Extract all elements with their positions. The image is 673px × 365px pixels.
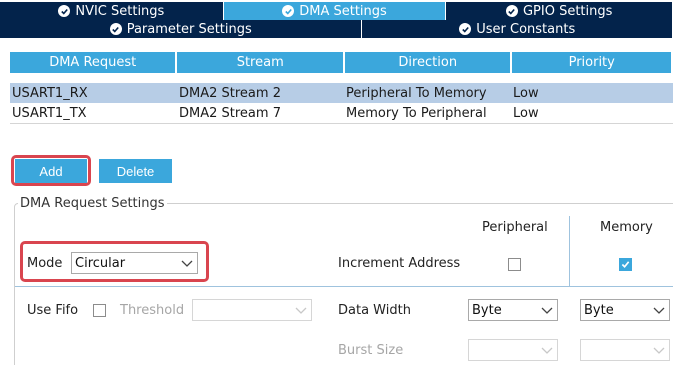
peripheral-data-width-select[interactable]: Byte (468, 299, 558, 321)
check-circle-icon (58, 5, 71, 17)
mode-value: Circular (75, 255, 126, 271)
threshold-select[interactable] (192, 299, 312, 321)
chevron-down-icon (653, 347, 665, 354)
table-row[interactable]: USART1_RX DMA2 Stream 2 Peripheral To Me… (10, 83, 673, 103)
peripheral-data-width-value: Byte (472, 302, 502, 318)
cell-stream: DMA2 Stream 2 (179, 85, 281, 101)
tab-label: DMA Settings (299, 3, 387, 19)
column-header-dma-request[interactable]: DMA Request (10, 52, 176, 73)
tab-nvic-settings[interactable]: NVIC Settings (0, 2, 223, 20)
tab-bar-primary: NVIC Settings DMA Settings GPIO Settings (0, 2, 673, 20)
memory-header: Memory (600, 220, 653, 235)
column-divider (569, 216, 570, 286)
memory-burst-size-select[interactable] (580, 339, 670, 361)
threshold-label: Threshold (120, 303, 185, 318)
chevron-down-icon (541, 347, 553, 354)
dma-request-table: DMA Request Stream Direction Priority US… (10, 52, 673, 123)
chevron-down-icon (181, 260, 193, 267)
tab-gpio-settings[interactable]: GPIO Settings (446, 2, 672, 20)
dma-request-settings-group (14, 203, 673, 365)
column-header-priority[interactable]: Priority (512, 52, 671, 73)
tab-label: NVIC Settings (75, 3, 165, 19)
chevron-down-icon (295, 307, 307, 314)
tab-parameter-settings[interactable]: Parameter Settings (0, 20, 362, 38)
cell-priority: Low (513, 85, 539, 101)
delete-button[interactable]: Delete (99, 159, 172, 183)
peripheral-burst-size-select[interactable] (468, 339, 558, 361)
check-circle-icon (459, 23, 472, 35)
tab-bar-secondary: Parameter Settings User Constants (0, 20, 673, 38)
chevron-down-icon (653, 307, 665, 314)
cell-request: USART1_TX (12, 105, 87, 121)
column-header-direction[interactable]: Direction (344, 52, 511, 73)
burst-size-label: Burst Size (338, 343, 404, 358)
memory-data-width-value: Byte (584, 302, 614, 318)
tab-label: Parameter Settings (126, 21, 252, 37)
memory-data-width-select[interactable]: Byte (580, 299, 670, 321)
cell-priority: Low (513, 105, 539, 121)
cell-direction: Peripheral To Memory (346, 85, 487, 101)
mode-label: Mode (27, 256, 63, 271)
memory-increment-checkbox[interactable] (619, 258, 632, 271)
tab-user-constants[interactable]: User Constants (362, 20, 672, 38)
use-fifo-checkbox[interactable] (93, 304, 106, 317)
peripheral-increment-checkbox[interactable] (508, 258, 521, 271)
use-fifo-label: Use Fifo (27, 303, 79, 318)
tab-label: GPIO Settings (522, 3, 613, 19)
add-button[interactable]: Add (15, 159, 87, 183)
chevron-down-icon (541, 307, 553, 314)
check-circle-icon (505, 5, 518, 17)
check-circle-icon (109, 23, 122, 35)
data-width-label: Data Width (338, 303, 411, 318)
check-circle-icon (282, 5, 295, 17)
row-divider (15, 286, 673, 287)
table-header: DMA Request Stream Direction Priority (10, 52, 673, 73)
group-title: DMA Request Settings (18, 196, 167, 211)
check-icon (621, 261, 630, 268)
peripheral-header: Peripheral (482, 220, 548, 235)
table-row[interactable]: USART1_TX DMA2 Stream 7 Memory To Periph… (10, 103, 673, 123)
cell-request: USART1_RX (12, 85, 88, 101)
cell-stream: DMA2 Stream 7 (179, 105, 281, 121)
column-header-stream[interactable]: Stream (177, 52, 343, 73)
cell-direction: Memory To Peripheral (346, 105, 487, 121)
mode-select[interactable]: Circular (71, 252, 198, 274)
table-divider (10, 123, 673, 124)
increment-address-label: Increment Address (338, 256, 461, 271)
tab-label: User Constants (476, 21, 576, 37)
tab-dma-settings[interactable]: DMA Settings (223, 2, 446, 20)
